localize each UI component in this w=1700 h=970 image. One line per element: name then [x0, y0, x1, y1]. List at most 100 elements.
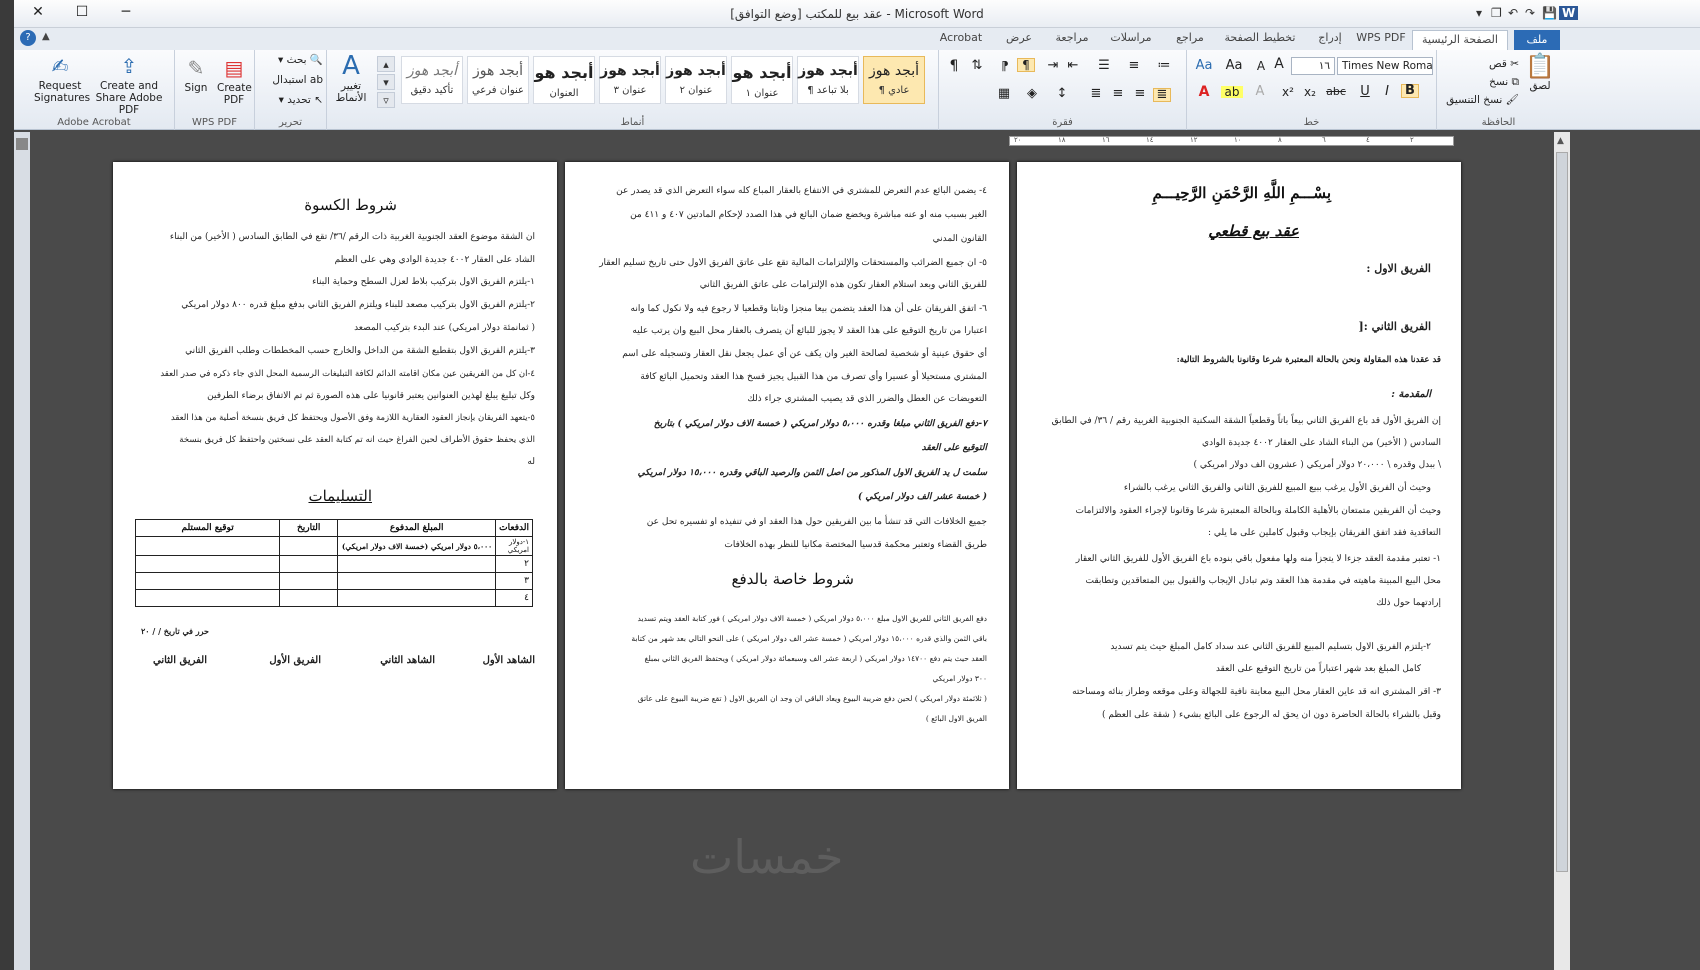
- bold-icon[interactable]: B: [1401, 84, 1419, 98]
- align-center-icon[interactable]: ≡: [1109, 87, 1127, 100]
- tab-file[interactable]: ملف: [1514, 30, 1560, 50]
- styles-more[interactable]: ▿: [377, 92, 395, 108]
- align-right-icon[interactable]: ≡: [1131, 87, 1149, 100]
- scroll-thumb[interactable]: [1556, 152, 1568, 872]
- ruler-tick-label: ١٢: [1190, 136, 1198, 144]
- qat-customize-icon[interactable]: ▾: [1476, 6, 1482, 20]
- tab-insert[interactable]: إدراج: [1310, 31, 1350, 44]
- multilevel-list-icon[interactable]: ☰: [1093, 59, 1115, 72]
- save-icon[interactable]: 💾: [1542, 6, 1557, 20]
- help-icon[interactable]: ?: [20, 30, 36, 46]
- horizontal-ruler[interactable]: ٢٠ ١٨ ١٦ ١٤ ١٢ ١٠ ٨ ٦ ٤ ٢: [1009, 136, 1454, 146]
- align-justify-icon[interactable]: ≣: [1153, 88, 1171, 102]
- tab-home[interactable]: الصفحة الرئيسية: [1412, 30, 1508, 50]
- p1-line: ٢-يلتزم الفريق الاول بتسليم المبيع للفري…: [1110, 642, 1431, 652]
- sign-button[interactable]: ✎ Sign: [181, 56, 211, 94]
- styles-group: A تغيير الأنماط ▴ ▾ ▿ أبجد هوز تأكيد دقيق …: [326, 50, 938, 130]
- table-header: المبلغ المدفوع: [337, 519, 497, 537]
- underline-icon[interactable]: U: [1357, 85, 1373, 98]
- acrobat-group: ✍ Request Signatures ⇪ Create and Share Ad…: [14, 50, 174, 130]
- style-heading-1[interactable]: أبجد هو عنوان ١: [731, 56, 793, 104]
- tab-view[interactable]: عرض: [1000, 31, 1038, 44]
- change-styles-button[interactable]: A تغيير الأنماط: [331, 53, 371, 104]
- table-header: التاريخ: [279, 519, 339, 537]
- paste-button[interactable]: 📋 لصق: [1523, 54, 1557, 92]
- style-no-spacing[interactable]: أبجد هوز ¶ بلا تباعد: [797, 56, 859, 104]
- clear-format-icon[interactable]: Aa: [1193, 59, 1215, 72]
- collapse-ribbon-icon[interactable]: ▲: [42, 31, 50, 42]
- strikethrough-icon[interactable]: abc: [1325, 86, 1347, 98]
- bullets-icon[interactable]: ≔: [1153, 59, 1175, 72]
- style-heading-2[interactable]: أبجد هوز عنوان ٢: [665, 56, 727, 104]
- tab-review[interactable]: مراجعة: [1048, 31, 1096, 44]
- ltr-icon[interactable]: ⁋: [997, 60, 1013, 72]
- find-button[interactable]: ▾ بحث 🔍: [259, 54, 323, 66]
- tab-page-layout[interactable]: تخطيط الصفحة: [1220, 31, 1300, 44]
- select-icon: ↖: [314, 94, 323, 106]
- tab-references[interactable]: مراجع: [1168, 31, 1212, 44]
- italic-icon[interactable]: I: [1379, 85, 1395, 98]
- shrink-font-icon[interactable]: A: [1253, 60, 1269, 72]
- cut-button[interactable]: قص ✂: [1439, 58, 1519, 70]
- sort-icon[interactable]: ⇅: [969, 59, 985, 72]
- redo-icon[interactable]: ↷: [1525, 6, 1535, 20]
- p2-line: ٥- ان جميع الضرائب والمستحقات والإلتزاما…: [599, 258, 987, 268]
- p1-line: ٣- اقر المشتري انه قد عاين العقار محل ال…: [1072, 687, 1441, 697]
- vertical-scrollbar[interactable]: ▲: [1554, 132, 1570, 970]
- bismillah: بِسْـــمِ اللَّهِ الرَّحْمَنِ الرَّحِيــ…: [1152, 184, 1332, 202]
- style-subtitle[interactable]: أبجد هوز عنوان فرعي: [467, 56, 529, 104]
- ruler-tick-label: ٦: [1322, 136, 1326, 144]
- justify-icon[interactable]: ≣: [1087, 87, 1105, 100]
- tab-mailings[interactable]: مراسلات: [1104, 31, 1158, 44]
- style-subtle-emphasis[interactable]: أبجد هوز تأكيد دقيق: [401, 56, 463, 104]
- p2-line: سلمت ل يد الفريق الاول المذكور من اصل ال…: [637, 468, 987, 478]
- borders-icon[interactable]: ▦: [993, 87, 1015, 100]
- p1-line: محل البيع المبينة ماهيته في مقدمة هذا ال…: [1085, 576, 1441, 586]
- p3-line: ٤-ان كل من الفريقين عين مكان اقامته الدا…: [160, 369, 535, 379]
- subscript-icon[interactable]: x₂: [1301, 86, 1319, 98]
- line-spacing-icon[interactable]: ↕: [1051, 87, 1073, 100]
- qat-new-icon[interactable]: ❐: [1491, 6, 1502, 20]
- ruler-toggle-icon[interactable]: [16, 138, 28, 150]
- style-title[interactable]: أبجد هو العنوان: [533, 56, 595, 104]
- table-cell: [337, 555, 497, 573]
- tab-wps-pdf[interactable]: WPS PDF: [1354, 31, 1408, 44]
- grow-font-icon[interactable]: A: [1271, 57, 1287, 71]
- numbering-icon[interactable]: ≡: [1123, 59, 1145, 72]
- style-heading-3[interactable]: أبجد هوز عنوان ٣: [599, 56, 661, 104]
- undo-icon[interactable]: ↶: [1508, 6, 1518, 20]
- payment-terms-title: شروط خاصة بالدفع: [731, 570, 854, 588]
- rtl-icon[interactable]: ¶: [1017, 58, 1035, 72]
- request-signatures-button[interactable]: ✍ Request Signatures: [34, 54, 90, 104]
- superscript-icon[interactable]: x²: [1279, 86, 1297, 98]
- create-share-pdf-button[interactable]: ⇪ Create and Share Adobe PDF: [88, 54, 170, 116]
- pilcrow-icon[interactable]: ¶: [947, 59, 961, 73]
- pen-icon: ✎: [187, 56, 205, 80]
- paragraph-group: ¶ ⇅ ⁋ ¶ ⇥ ⇤ ☰ ≡ ≔ ▦ ◈ ↕ ≣ ≡ ≡ ≣ فقرة: [938, 50, 1186, 130]
- indent-decrease-icon[interactable]: ⇤: [1065, 59, 1081, 72]
- signatory: الفريق الأول: [269, 655, 321, 666]
- select-button[interactable]: ▾ تحديد ↖: [259, 94, 323, 106]
- styles-scroll-down[interactable]: ▾: [377, 74, 395, 90]
- text-effects-icon[interactable]: A: [1249, 85, 1271, 98]
- scroll-up-icon[interactable]: ▲: [1557, 136, 1564, 146]
- left-scrollbar[interactable]: [14, 132, 30, 970]
- font-color-icon[interactable]: A: [1193, 85, 1215, 99]
- shading-icon[interactable]: ◈: [1021, 87, 1043, 100]
- copy-button[interactable]: نسخ ⧉: [1439, 76, 1519, 88]
- create-pdf-button[interactable]: ▤ Create PDF: [217, 56, 252, 106]
- replace-icon: ab: [309, 74, 323, 86]
- indent-increase-icon[interactable]: ⇥: [1045, 59, 1061, 72]
- table-cell: ٢: [495, 555, 533, 573]
- change-case-icon[interactable]: Aa: [1223, 59, 1245, 72]
- style-normal[interactable]: أبجد هوز ¶ عادي: [863, 56, 925, 104]
- font-size-box[interactable]: ١٦: [1291, 57, 1335, 75]
- font-name-box[interactable]: Times New Roma: [1337, 57, 1433, 75]
- wps-group: ✎ Sign ▤ Create PDF WPS PDF: [174, 50, 254, 130]
- scissors-icon: ✂: [1510, 58, 1519, 70]
- replace-button[interactable]: استبدال ab: [259, 74, 323, 86]
- styles-scroll-up[interactable]: ▴: [377, 56, 395, 72]
- format-painter-button[interactable]: نسخ التنسيق 🖌: [1439, 94, 1519, 106]
- highlight-icon[interactable]: ab: [1221, 86, 1243, 98]
- tab-acrobat[interactable]: Acrobat: [936, 31, 986, 44]
